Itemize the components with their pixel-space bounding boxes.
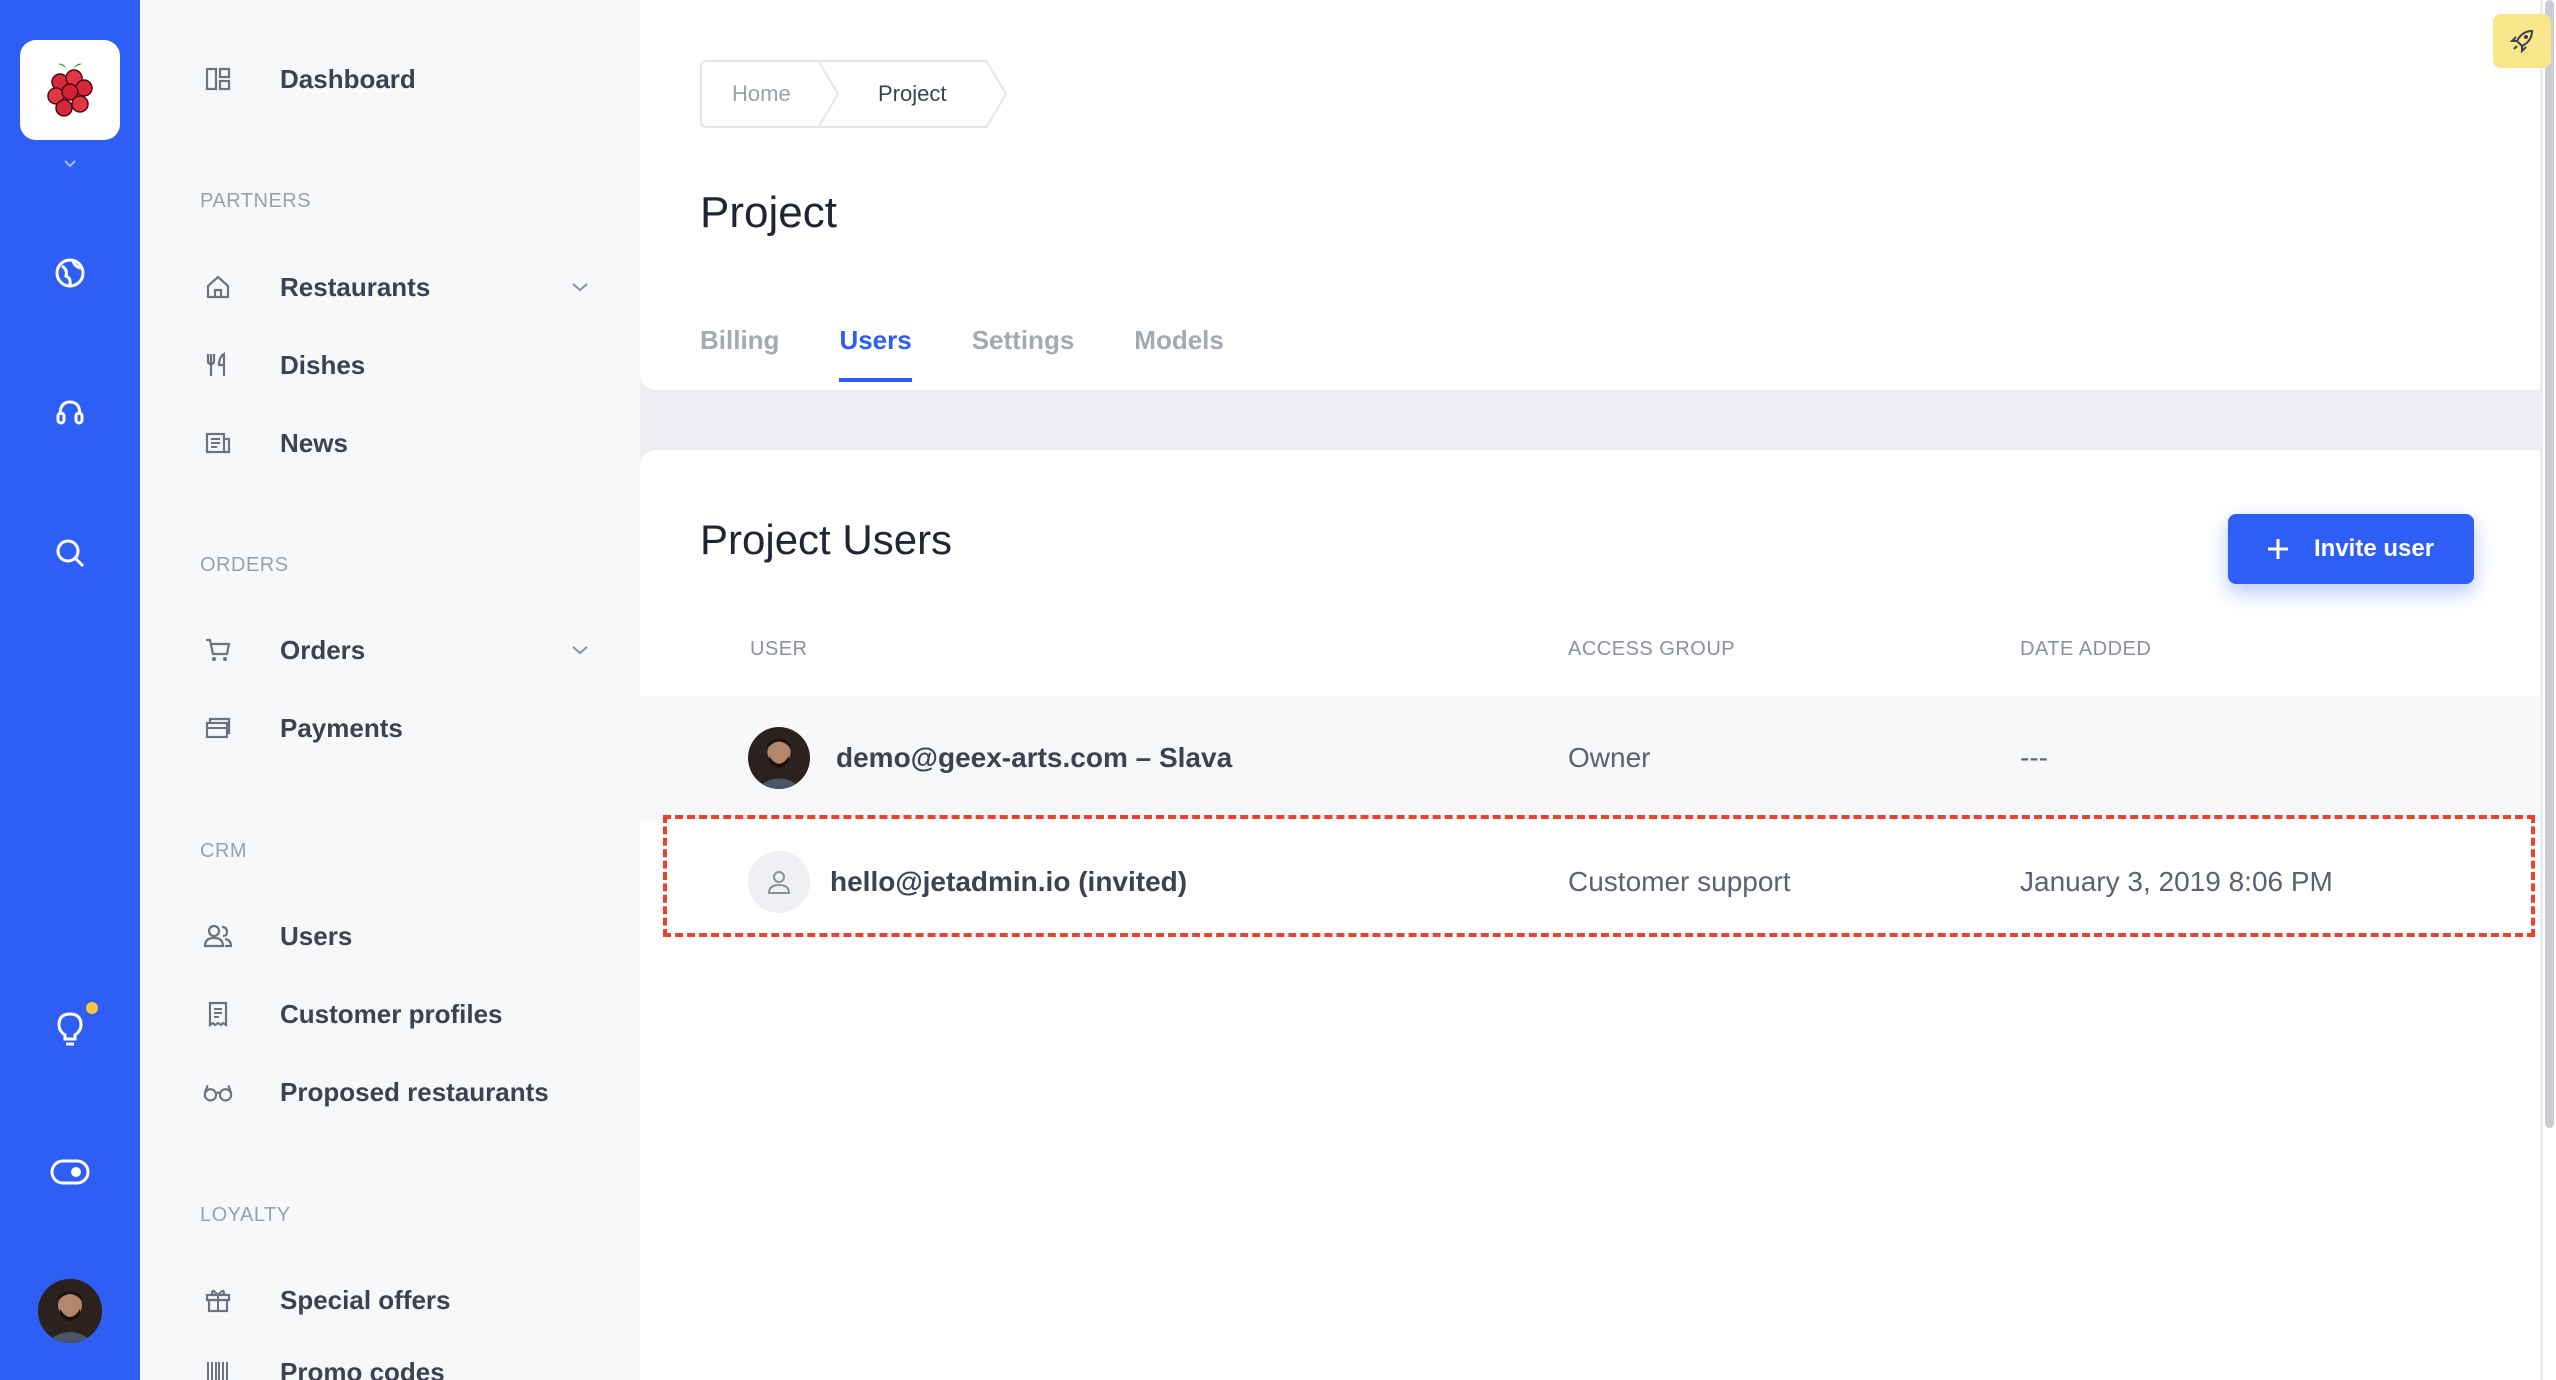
- users-icon: [202, 920, 234, 952]
- globe-icon[interactable]: [46, 249, 94, 297]
- sidebar-item-dashboard[interactable]: Dashboard: [140, 47, 640, 111]
- sidebar: Dashboard PARTNERS Restaurants Dishes Ne…: [140, 0, 640, 1380]
- avatar[interactable]: [38, 1279, 102, 1343]
- sidebar-item-label: Users: [280, 920, 353, 951]
- sidebar-item-label: Special offers: [280, 1284, 451, 1315]
- sidebar-item-proposed-restaurants[interactable]: Proposed restaurants: [140, 1060, 640, 1124]
- sidebar-item-restaurants[interactable]: Restaurants: [140, 255, 640, 319]
- tab-billing[interactable]: Billing: [700, 325, 779, 382]
- app-logo[interactable]: [20, 40, 120, 140]
- sidebar-item-payments[interactable]: Payments: [140, 696, 640, 760]
- raspberry-logo-icon: [47, 63, 93, 117]
- breadcrumb-home[interactable]: Home: [700, 60, 820, 128]
- sidebar-item-label: Restaurants: [280, 271, 431, 302]
- user-email: demo@geex-arts.com – Slava: [836, 742, 1233, 773]
- table-row[interactable]: demo@geex-arts.com – Slava Owner ---: [640, 696, 2540, 820]
- sidebar-item-dishes[interactable]: Dishes: [140, 333, 640, 397]
- app-rail: [0, 0, 140, 1380]
- sidebar-item-customer-profiles[interactable]: Customer profiles: [140, 982, 640, 1046]
- tab-bar: Billing Users Settings Models: [700, 325, 1284, 382]
- sidebar-item-label: Dishes: [280, 349, 366, 380]
- invite-user-button[interactable]: Invite user: [2228, 514, 2474, 584]
- scrollbar-thumb[interactable]: [2545, 0, 2554, 1128]
- chevron-down-icon[interactable]: [568, 638, 592, 662]
- breadcrumb-separator: [986, 60, 1008, 128]
- access-group: Owner: [1568, 742, 1651, 773]
- column-header-user: USER: [750, 638, 808, 660]
- avatar: [748, 727, 810, 789]
- news-icon: [202, 427, 234, 459]
- sidebar-item-label: Payments: [280, 712, 403, 743]
- plus-icon: [2262, 533, 2294, 565]
- glasses-icon: [202, 1076, 234, 1108]
- highlight-box: [663, 815, 2535, 937]
- wallet-icon: [202, 712, 234, 744]
- sidebar-section-crm: CRM: [200, 840, 248, 862]
- home-icon: [202, 271, 234, 303]
- sidebar-item-orders[interactable]: Orders: [140, 618, 640, 682]
- sidebar-item-label: Customer profiles: [280, 998, 503, 1029]
- sidebar-item-news[interactable]: News: [140, 411, 640, 475]
- sidebar-item-special-offers[interactable]: Special offers: [140, 1268, 640, 1332]
- barcode-icon: [202, 1356, 234, 1380]
- search-icon[interactable]: [46, 529, 94, 577]
- sidebar-item-label: News: [280, 427, 348, 458]
- sidebar-item-label: Proposed restaurants: [280, 1076, 549, 1107]
- sidebar-item-promo-codes[interactable]: Promo codes: [140, 1340, 640, 1380]
- breadcrumb: Home Project: [700, 60, 1016, 128]
- chevron-down-icon[interactable]: [58, 152, 82, 176]
- sidebar-item-users[interactable]: Users: [140, 904, 640, 968]
- cutlery-icon: [202, 349, 234, 381]
- receipt-icon: [202, 998, 234, 1030]
- sidebar-item-label: Dashboard: [280, 63, 416, 94]
- column-header-access-group: ACCESS GROUP: [1568, 638, 1736, 660]
- lightbulb-icon[interactable]: [46, 1006, 94, 1054]
- sidebar-item-label: Promo codes: [280, 1356, 445, 1380]
- cart-icon: [202, 634, 234, 666]
- sidebar-item-label: Orders: [280, 634, 366, 665]
- gift-icon: [202, 1284, 234, 1316]
- page-title: Project: [700, 188, 837, 237]
- column-header-date-added: DATE ADDED: [2020, 638, 2152, 660]
- sidebar-section-partners: PARTNERS: [200, 190, 312, 212]
- dashboard-icon: [202, 63, 234, 95]
- page-header: Home Project Project Billing Users Setti…: [640, 0, 2540, 390]
- section-title: Project Users: [700, 516, 953, 563]
- sidebar-section-orders: ORDERS: [200, 554, 289, 576]
- support-icon[interactable]: [46, 389, 94, 437]
- rocket-button[interactable]: [2493, 14, 2551, 68]
- sidebar-section-loyalty: LOYALTY: [200, 1204, 291, 1226]
- breadcrumb-project[interactable]: Project: [818, 60, 988, 128]
- toggle-icon[interactable]: [46, 1148, 94, 1196]
- notification-dot: [86, 1002, 98, 1014]
- chevron-down-icon[interactable]: [568, 275, 592, 299]
- rocket-icon: [2509, 29, 2534, 54]
- invite-user-label: Invite user: [2314, 535, 2435, 562]
- tab-settings[interactable]: Settings: [972, 325, 1075, 382]
- tab-users[interactable]: Users: [839, 325, 912, 382]
- tab-models[interactable]: Models: [1134, 325, 1224, 382]
- date-added: ---: [2020, 742, 2048, 773]
